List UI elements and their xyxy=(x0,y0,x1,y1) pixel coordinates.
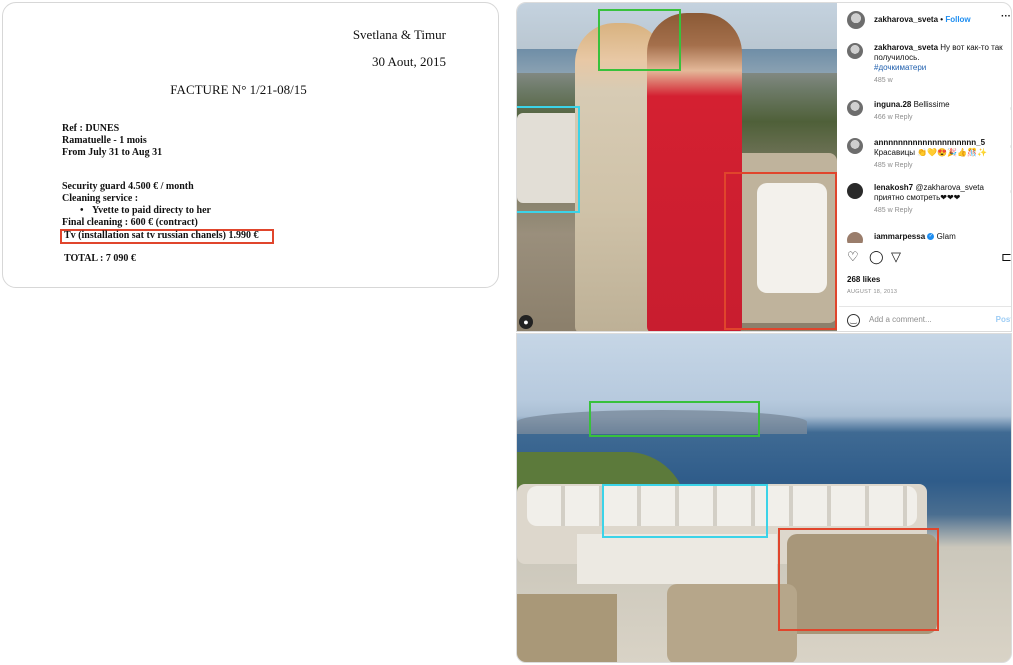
comment-username[interactable]: annnnnnnnnnnnnnnnnnnn_5 xyxy=(874,138,985,147)
invoice-security-line: Security guard 4.500 € / month xyxy=(62,181,194,192)
author-username[interactable]: zakharova_sveta xyxy=(874,15,938,24)
highlight-box-red xyxy=(778,528,939,631)
avatar[interactable] xyxy=(847,183,863,199)
highlight-box-green xyxy=(598,9,681,71)
comment-body: iammarpessa ✓ Glam xyxy=(874,232,1009,242)
post-date: AUGUST 18, 2013 xyxy=(847,289,898,295)
post-comment-button[interactable]: Post xyxy=(996,315,1011,324)
invoice-ref-line: Ramatuelle - 1 mois xyxy=(62,135,147,146)
invoice-tv-line: Tv (installation sat tv russian chanels)… xyxy=(64,230,259,241)
hashtag-link[interactable]: #дочкиматери xyxy=(874,63,1009,73)
invoice-total: TOTAL : 7 090 € xyxy=(64,253,136,264)
highlight-box-cyan xyxy=(517,106,580,213)
comment-meta[interactable]: 466 w Reply xyxy=(874,113,1009,123)
like-comment-icon[interactable]: ♡ xyxy=(1010,189,1011,197)
invoice-cleaning-line: Cleaning service : xyxy=(62,193,139,204)
avatar[interactable] xyxy=(847,138,863,154)
likes-count[interactable]: 268 likes xyxy=(847,275,880,284)
comment-body: zakharova_sveta Ну вот как-то так получи… xyxy=(874,43,1009,86)
comment-icon[interactable]: ◯ xyxy=(869,249,884,265)
avatar[interactable] xyxy=(847,43,863,59)
comment-text: Bellissime xyxy=(911,100,950,109)
invoice-title: FACTURE N° 1/21-08/15 xyxy=(170,82,307,97)
comment-body: lenakosh7 @zakharova_sveta приятно смотр… xyxy=(874,183,1009,216)
invoice-services-block: Security guard 4.500 € / month Cleaning … xyxy=(62,181,211,229)
like-comment-icon[interactable]: ♡ xyxy=(1010,106,1011,114)
post-photo[interactable]: ● xyxy=(517,3,837,331)
comment-text: Glam xyxy=(934,232,956,241)
comment-username[interactable]: lenakosh7 xyxy=(874,183,913,192)
comment-username[interactable]: zakharova_sveta xyxy=(874,43,938,52)
smile-icon[interactable]: ‿ xyxy=(847,314,860,327)
instagram-post: ● zakharova_sveta • Follow ··· zakharova… xyxy=(516,2,1012,332)
comment-body: annnnnnnnnnnnnnnnnnnn_5 Красавицы 👏💛😍🎉👍🎊… xyxy=(874,138,1009,171)
invoice-bullet-line: Yvette to paid directy to her xyxy=(62,205,211,217)
bookmark-icon[interactable]: ⊏ xyxy=(1001,249,1011,265)
comment-text: Красавицы 👏💛😍🎉👍🎊✨ xyxy=(874,148,988,157)
comment-meta: 485 w xyxy=(874,77,893,84)
invoice-document: Svetlana & Timur 30 Aout, 2015 FACTURE N… xyxy=(2,2,499,288)
more-options-icon[interactable]: ··· xyxy=(1001,11,1011,22)
post-author[interactable]: zakharova_sveta • Follow xyxy=(874,15,971,24)
heart-icon[interactable]: ♡ xyxy=(847,249,859,265)
comments-list[interactable]: zakharova_sveta Ну вот как-то так получи… xyxy=(847,43,1011,243)
comment-input[interactable]: Add a comment... xyxy=(869,315,932,324)
invoice-final-cleaning-line: Final cleaning : 600 € (contract) xyxy=(62,217,198,228)
follow-button[interactable]: Follow xyxy=(945,15,970,24)
post-actions: ♡ ◯ ▽ ⊏ xyxy=(847,249,1011,267)
like-comment-icon[interactable]: ♡ xyxy=(1010,144,1011,152)
user-tag-icon[interactable]: ● xyxy=(519,315,533,329)
comment-meta[interactable]: 485 w Reply xyxy=(874,161,1009,171)
comment-username[interactable]: inguna.28 xyxy=(874,100,911,109)
avatar[interactable] xyxy=(847,11,865,29)
highlight-box-cyan xyxy=(602,484,768,538)
comment-body: inguna.28 Bellissime 466 w Reply xyxy=(874,100,1009,123)
comment-meta[interactable]: 485 w Reply xyxy=(874,206,1009,216)
add-comment-bar: ‿ Add a comment... Post xyxy=(839,306,1011,331)
invoice-client-names: Svetlana & Timur xyxy=(352,27,446,42)
photo-chair xyxy=(517,594,617,662)
terrace-photo xyxy=(516,333,1012,663)
photo-table xyxy=(577,534,777,584)
highlight-box-green xyxy=(589,401,760,437)
share-icon[interactable]: ▽ xyxy=(891,249,901,265)
avatar[interactable] xyxy=(847,232,863,243)
post-header: zakharova_sveta • Follow ··· xyxy=(847,11,1011,31)
avatar[interactable] xyxy=(847,100,863,116)
post-sidebar: zakharova_sveta • Follow ··· zakharova_s… xyxy=(839,3,1011,331)
highlight-box-red xyxy=(724,172,837,330)
invoice-reference-block: Ref : DUNES Ramatuelle - 1 mois From Jul… xyxy=(62,123,162,159)
header-separator: • xyxy=(940,15,944,24)
invoice-date: 30 Aout, 2015 xyxy=(371,54,446,69)
invoice-ref-line: From July 31 to Aug 31 xyxy=(62,147,163,158)
comment-username[interactable]: iammarpessa xyxy=(874,232,925,241)
invoice-ref-line: Ref : DUNES xyxy=(62,123,120,134)
